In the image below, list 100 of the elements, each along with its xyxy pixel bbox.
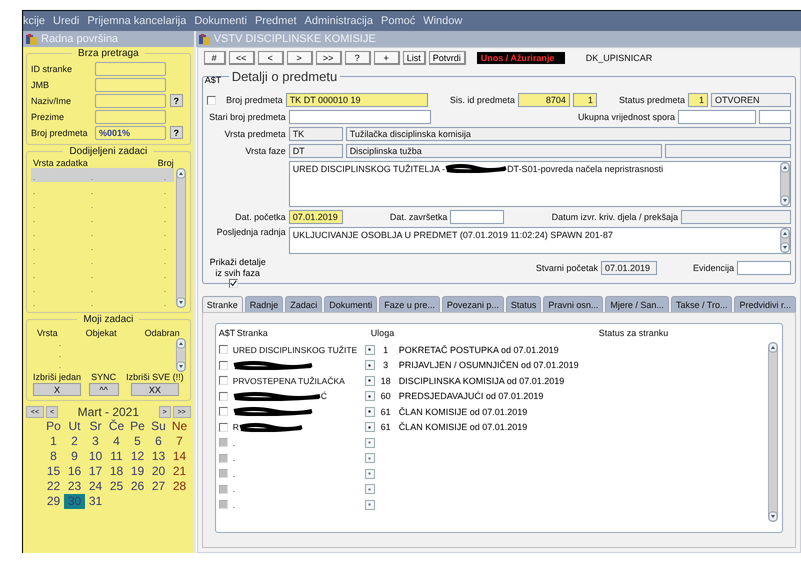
- calendar-day[interactable]: 2: [64, 434, 85, 449]
- calendar-day[interactable]: 27: [148, 479, 169, 494]
- scrollbar[interactable]: [780, 228, 790, 253]
- checkbox[interactable]: [228, 279, 238, 288]
- calendar-day[interactable]: 21: [169, 464, 190, 479]
- checkbox[interactable]: [218, 376, 228, 386]
- calendar-day[interactable]: 29: [43, 494, 64, 509]
- input-field[interactable]: [665, 144, 791, 158]
- toolbar-button[interactable]: ?: [344, 51, 371, 65]
- calendar-day[interactable]: 19: [127, 464, 148, 479]
- calendar-day[interactable]: 24: [85, 479, 106, 494]
- input-field[interactable]: [95, 110, 166, 124]
- calendar-day[interactable]: 18: [106, 464, 127, 479]
- calendar-day[interactable]: 28: [169, 479, 190, 494]
- input-field[interactable]: 8704: [518, 93, 570, 107]
- checkbox[interactable]: [218, 407, 228, 416]
- checkbox[interactable]: [206, 96, 216, 104]
- calendar-day[interactable]: 6: [148, 434, 169, 449]
- input-field[interactable]: [450, 210, 504, 224]
- calendar-day[interactable]: 7: [169, 434, 190, 449]
- task-row[interactable]: . . .: [31, 224, 174, 238]
- tab[interactable]: Faze u pre...: [379, 296, 440, 312]
- toolbar-button[interactable]: Potvrdi: [428, 51, 466, 65]
- calendar-day[interactable]: 15: [43, 464, 64, 479]
- task-row[interactable]: . . .: [31, 196, 174, 210]
- input-field[interactable]: OTVOREN: [711, 93, 792, 107]
- calendar-day[interactable]: 26: [127, 479, 148, 494]
- scrollbar[interactable]: [176, 338, 186, 372]
- checkbox[interactable]: [218, 345, 228, 354]
- menu-item[interactable]: kcije: [23, 15, 46, 27]
- scrollbar[interactable]: [780, 162, 790, 206]
- menu-item[interactable]: Prijemna kancelarija: [87, 15, 186, 27]
- tab[interactable]: Predvidivi r...: [734, 296, 796, 312]
- calendar-day[interactable]: 9: [64, 449, 85, 464]
- menu-item[interactable]: Predmet: [254, 15, 297, 27]
- input-field[interactable]: [288, 110, 431, 124]
- task-row[interactable]: . . .: [31, 280, 174, 294]
- toolbar-button[interactable]: <<: [228, 51, 255, 65]
- tab[interactable]: Radnje: [244, 296, 284, 312]
- input-field[interactable]: TK: [288, 127, 343, 141]
- text-area[interactable]: URED DISCIPLINSKOG TUŽITELJA - DT-S01-povreda načela nepristrasnosti: [288, 161, 791, 207]
- action-button[interactable]: X: [33, 383, 82, 396]
- checkbox[interactable]: [218, 422, 228, 432]
- input-field[interactable]: 07.01.2019: [600, 261, 657, 275]
- calendar-day[interactable]: 8: [43, 449, 64, 464]
- calendar-day[interactable]: 23: [64, 479, 85, 494]
- calendar-day[interactable]: 20: [148, 464, 169, 479]
- list-button[interactable]: [364, 422, 375, 432]
- input-field[interactable]: Tužilačka disciplinska komisija: [346, 127, 791, 141]
- calendar-day[interactable]: 5: [127, 434, 148, 449]
- menu-item[interactable]: Uredi: [53, 15, 80, 27]
- calendar-day[interactable]: 25: [106, 479, 127, 494]
- calendar-day[interactable]: 13: [148, 449, 169, 464]
- toolbar-button[interactable]: >: [286, 51, 313, 65]
- tab[interactable]: Pravni osn...: [543, 296, 604, 312]
- scrollbar[interactable]: [768, 342, 778, 522]
- toolbar-button[interactable]: +: [374, 51, 400, 65]
- action-button[interactable]: ^^: [88, 383, 119, 396]
- task-row[interactable]: . . .: [31, 210, 174, 224]
- input-field[interactable]: [95, 78, 166, 92]
- list-button[interactable]: [364, 406, 375, 417]
- tab[interactable]: Status: [506, 296, 542, 312]
- task-row[interactable]: . . .: [31, 168, 174, 182]
- input-field[interactable]: [678, 110, 756, 124]
- calendar-day[interactable]: 31: [85, 494, 106, 509]
- tab[interactable]: Zadaci: [285, 296, 322, 312]
- task-row[interactable]: . . .: [31, 266, 174, 280]
- input-field[interactable]: TK DT 000010 19: [286, 93, 428, 107]
- text-area[interactable]: UKLJUCIVANJE OSOBLJA U PREDMET (07.01.2019 11:02:24) SPAWN 201-87: [288, 227, 791, 254]
- menu-item[interactable]: Dokumenti: [194, 15, 247, 27]
- checkbox[interactable]: [218, 360, 228, 370]
- task-row[interactable]: . . .: [31, 294, 174, 308]
- list-button[interactable]: [364, 376, 375, 386]
- calendar-day[interactable]: 11: [106, 449, 127, 464]
- input-field[interactable]: [737, 261, 791, 275]
- input-field[interactable]: %001%: [95, 126, 166, 140]
- tab[interactable]: Povezani p...: [442, 296, 504, 312]
- task-row[interactable]: . . .: [31, 252, 174, 266]
- calendar-day[interactable]: 12: [127, 449, 148, 464]
- calendar-day[interactable]: 17: [85, 464, 106, 479]
- calendar-day[interactable]: 1: [43, 434, 64, 449]
- calendar-day[interactable]: 22: [43, 479, 64, 494]
- menu-item[interactable]: Pomoć: [380, 15, 416, 27]
- tab[interactable]: Takse / Tro...: [670, 296, 732, 312]
- input-field[interactable]: DT: [288, 144, 343, 158]
- calendar-day[interactable]: 16: [64, 464, 85, 479]
- input-field[interactable]: 1: [688, 93, 708, 107]
- list-button[interactable]: [364, 360, 375, 370]
- toolbar-button[interactable]: >>: [316, 51, 342, 65]
- list-button[interactable]: [364, 344, 375, 355]
- tab[interactable]: Mjere / San...: [605, 296, 669, 312]
- list-button[interactable]: [364, 391, 375, 402]
- calendar-day[interactable]: 10: [85, 449, 106, 464]
- calendar-day[interactable]: 4: [106, 434, 127, 449]
- calendar-day[interactable]: 3: [85, 434, 106, 449]
- input-field[interactable]: [759, 110, 791, 124]
- input-field[interactable]: 07.01.2019: [288, 210, 343, 224]
- task-row[interactable]: . . .: [31, 182, 174, 196]
- menu-item[interactable]: Window: [423, 15, 462, 27]
- toolbar-button[interactable]: <: [258, 51, 284, 65]
